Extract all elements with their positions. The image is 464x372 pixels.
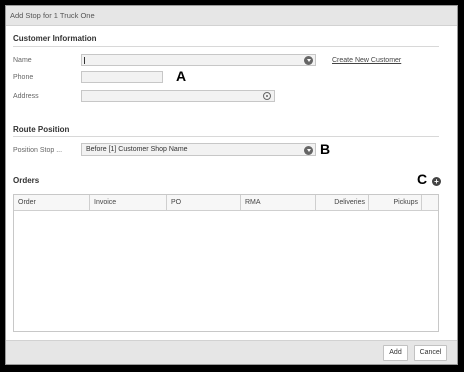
column-header-deliveries[interactable]: Deliveries bbox=[316, 195, 369, 210]
chevron-down-icon[interactable] bbox=[304, 56, 313, 65]
name-field[interactable] bbox=[81, 54, 316, 66]
column-header-rma[interactable]: RMA bbox=[241, 195, 316, 210]
create-new-customer-link[interactable]: Create New Customer bbox=[332, 57, 401, 64]
dialog-titlebar: Add Stop for 1 Truck One bbox=[6, 6, 457, 26]
plus-circle-icon[interactable]: + bbox=[432, 177, 441, 186]
column-header-po[interactable]: PO bbox=[167, 195, 241, 210]
annotation-a: A bbox=[176, 68, 187, 84]
address-label: Address bbox=[13, 93, 39, 100]
name-label: Name bbox=[13, 57, 32, 64]
address-field[interactable] bbox=[81, 90, 275, 102]
route-section-title: Route Position bbox=[13, 125, 70, 134]
target-icon[interactable] bbox=[263, 92, 271, 100]
annotation-b: B bbox=[320, 141, 331, 157]
route-divider bbox=[13, 136, 439, 137]
orders-section-title: Orders bbox=[13, 176, 40, 185]
chevron-down-icon[interactable] bbox=[304, 145, 313, 155]
position-stop-value: Before [1] Customer Shop Name bbox=[86, 146, 188, 153]
phone-label: Phone bbox=[13, 74, 34, 81]
position-stop-label: Position Stop ... bbox=[13, 147, 63, 154]
orders-grid: Order Invoice PO RMA Deliveries Pickups bbox=[13, 194, 439, 332]
add-stop-dialog: Add Stop for 1 Truck One Customer Inform… bbox=[5, 5, 458, 365]
column-header-invoice[interactable]: Invoice bbox=[90, 195, 167, 210]
dialog-footer: Add Cancel bbox=[6, 340, 457, 364]
customer-section-title: Customer Information bbox=[13, 34, 97, 43]
add-button[interactable]: Add bbox=[383, 345, 408, 361]
position-stop-select[interactable]: Before [1] Customer Shop Name bbox=[81, 143, 316, 156]
column-header-pickups[interactable]: Pickups bbox=[369, 195, 422, 210]
orders-grid-header: Order Invoice PO RMA Deliveries Pickups bbox=[14, 195, 438, 211]
dialog-title: Add Stop for 1 Truck One bbox=[10, 11, 95, 20]
column-header-order[interactable]: Order bbox=[14, 195, 90, 210]
customer-divider bbox=[13, 46, 439, 47]
phone-field[interactable] bbox=[81, 71, 163, 83]
text-cursor bbox=[84, 57, 85, 64]
cancel-button[interactable]: Cancel bbox=[414, 345, 447, 361]
annotation-c: C bbox=[417, 171, 428, 187]
